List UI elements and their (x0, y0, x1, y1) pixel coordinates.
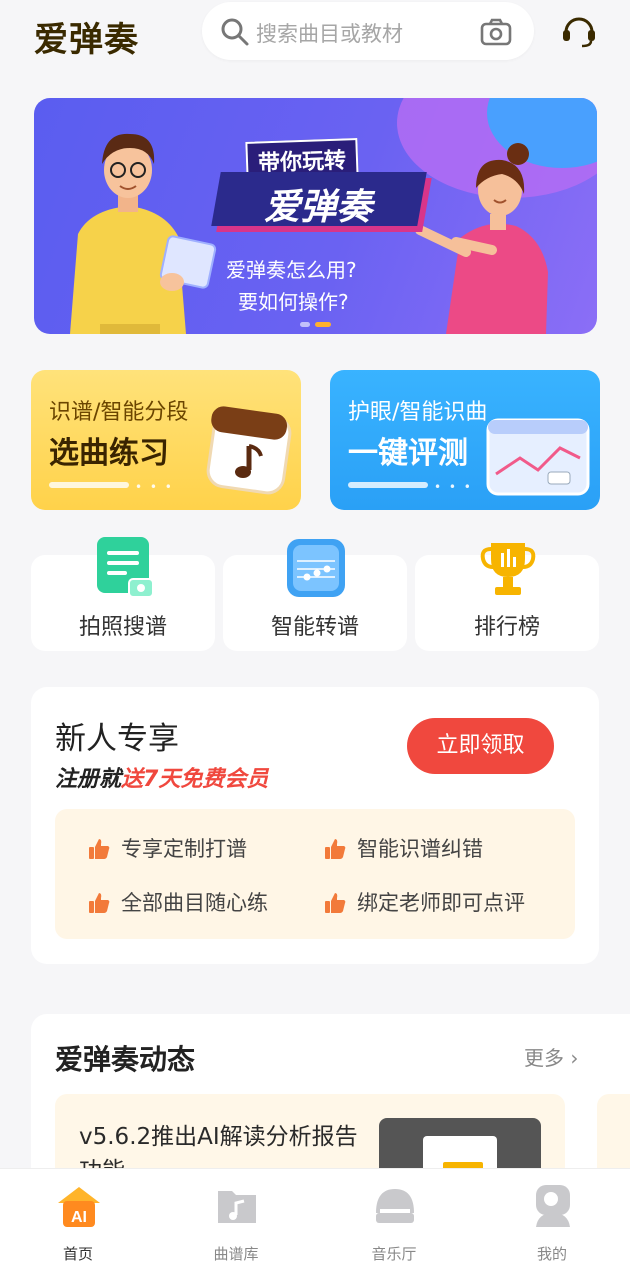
calendar-note-icon (206, 406, 292, 495)
smart-transcribe-label: 智能转谱 (270, 615, 359, 640)
tab-music-hall[interactable]: 音乐厅 (334, 1169, 454, 1281)
tab-profile-label: 我的 (536, 1245, 567, 1263)
tab-music-hall-label: 音乐厅 (371, 1245, 417, 1263)
man-illustration (70, 133, 217, 334)
tab-home-label: 首页 (62, 1245, 93, 1263)
thumbs-up-icon (325, 839, 346, 859)
photo-search-icon (97, 537, 154, 598)
perk-item: 绑定老师即可点评 (357, 891, 525, 915)
search-icon (220, 17, 250, 51)
news-title: 爱弹奏动态 (55, 1043, 196, 1076)
evaluation-card[interactable]: 护眼/智能识曲 一键评测 • • • (330, 370, 600, 510)
trophy-icon (480, 543, 536, 595)
thumbs-up-icon (325, 893, 346, 913)
photo-search-label: 拍照搜谱 (78, 615, 167, 640)
practice-card-subtitle: 识谱/智能分段 (49, 400, 189, 425)
smart-transcribe-tool[interactable]: 智能转谱 (223, 539, 407, 651)
photo-search-tool[interactable]: 拍照搜谱 (31, 537, 215, 651)
bottom-tab-bar: AI 首页 曲谱库 音乐厅 我的 (0, 1168, 630, 1281)
leaderboard-label: 排行榜 (473, 615, 540, 640)
banner-title-box: 爱弹奏 (211, 172, 427, 228)
music-sheet-icon (287, 539, 345, 597)
practice-card[interactable]: 识谱/智能分段 选曲练习 • • • (31, 370, 301, 510)
newcomer-subtitle: 注册就送7天免费会员 (55, 767, 269, 792)
evaluation-card-subtitle: 护眼/智能识曲 (348, 400, 488, 425)
perk-item: 专享定制打谱 (121, 837, 247, 861)
perk-item: 智能识谱纠错 (357, 837, 483, 861)
thumbs-up-icon (89, 839, 110, 859)
search-bar[interactable]: 搜索曲目或教材 (202, 2, 534, 60)
claim-button[interactable]: 立即领取 (407, 718, 554, 774)
banner-title: 爱弹奏 (264, 187, 373, 228)
chart-board-icon (486, 418, 590, 496)
perk-item: 全部曲目随心练 (121, 891, 268, 915)
practice-card-title: 选曲练习 (49, 436, 169, 471)
tab-home[interactable]: AI 首页 (18, 1169, 138, 1281)
chevron-right-icon: › (570, 1046, 579, 1070)
banner-question-1: 爱弹奏怎么用? (226, 258, 357, 282)
carousel-indicator (300, 312, 336, 331)
newcomer-section: 新人专享 注册就送7天免费会员 立即领取 专享定制打谱 智能识谱纠错 全部曲目随… (31, 687, 599, 964)
tab-profile[interactable]: 我的 (492, 1169, 612, 1281)
camera-icon[interactable] (480, 17, 512, 51)
leaderboard-tool[interactable]: 排行榜 (415, 543, 599, 651)
banner-question-2: 要如何操作? (238, 290, 349, 314)
tab-score-library-label: 曲谱库 (213, 1245, 259, 1263)
perks-panel: 专享定制打谱 智能识谱纠错 全部曲目随心练 绑定老师即可点评 (55, 809, 575, 939)
profile-icon (536, 1185, 570, 1227)
tab-score-library[interactable]: 曲谱库 (176, 1169, 296, 1281)
thumbs-up-icon (89, 893, 110, 913)
score-library-icon (218, 1191, 256, 1223)
search-placeholder: 搜索曲目或教材 (256, 22, 403, 46)
woman-illustration (415, 143, 548, 334)
svg-text:AI: AI (71, 1209, 87, 1226)
piano-hall-icon (376, 1189, 414, 1223)
app-logo: 爱弹奏 (34, 20, 139, 60)
headset-icon[interactable] (560, 12, 598, 54)
promo-banner[interactable]: 带你玩转 爱弹奏 爱弹奏怎么用? 要如何操作? (34, 98, 597, 334)
newcomer-title: 新人专享 (55, 721, 179, 757)
news-more-link[interactable]: 更多 › (524, 1042, 578, 1071)
home-ai-icon: AI (58, 1187, 100, 1227)
evaluation-card-title: 一键评测 (348, 436, 468, 471)
